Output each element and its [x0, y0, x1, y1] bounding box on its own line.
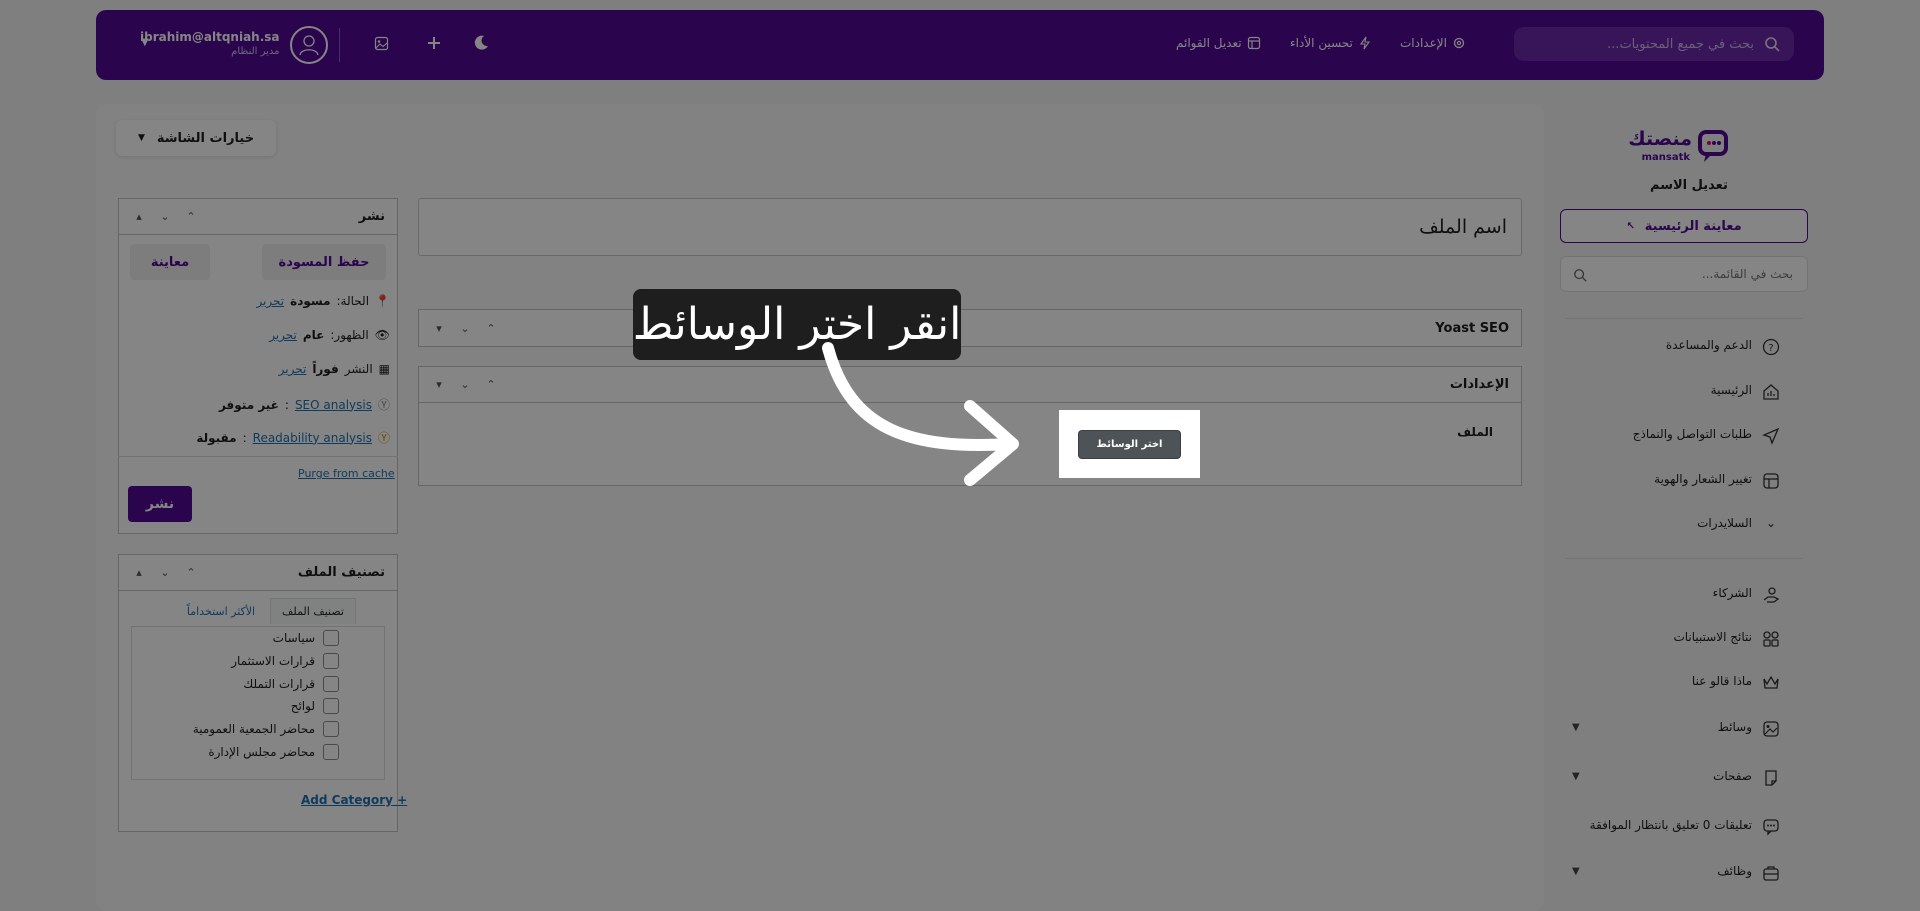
choose-media-button[interactable]: اختر الوسائط	[1079, 431, 1180, 458]
arrow-icon	[822, 342, 1019, 486]
